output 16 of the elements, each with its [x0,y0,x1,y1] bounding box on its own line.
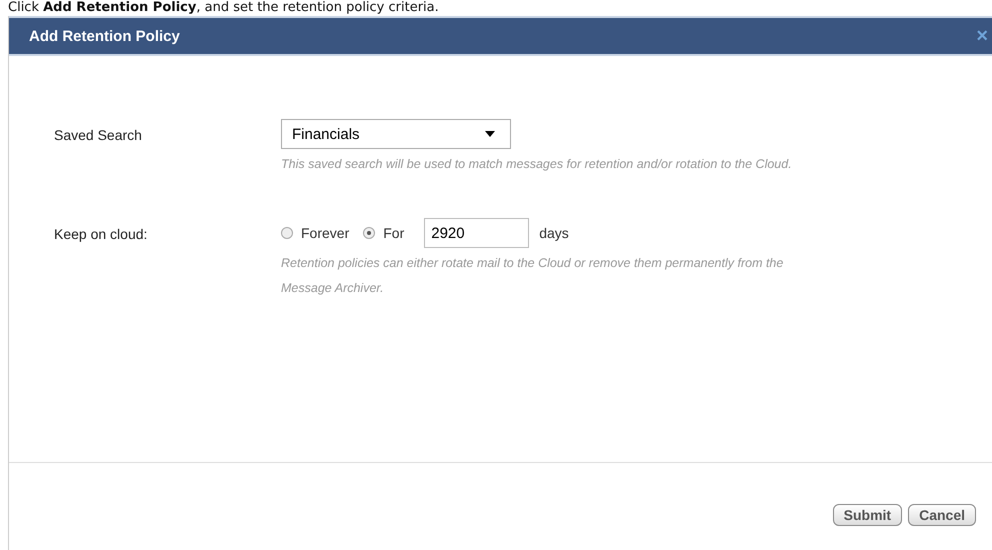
instruction-text: Click Add Retention Policy, and set the retention policy criteria. [7,0,440,16]
dialog-title: Add Retention Policy [29,28,180,44]
radio-button[interactable] [281,227,293,239]
dropdown[interactable]: Financials [281,119,511,149]
dialog-button[interactable]: Submit [832,504,902,526]
dialog-button[interactable]: Cancel [908,504,976,526]
field-label: Keep on cloud: [54,225,148,244]
field-label: Saved Search [54,126,143,145]
radio-label[interactable]: Forever [301,225,350,241]
radio-button[interactable] [363,227,376,239]
caret-icon [485,131,495,137]
help-text: Retention policies can either rotate mail to the Cloud or remove them permanently from the Message Archiver. [281,255,784,297]
unit-label: days [539,225,569,241]
number-field[interactable]: 2920 [424,218,530,248]
help-text: This saved search will be used to match messages for retention and/or rotation to the Cloud. [281,156,793,173]
radio-label[interactable]: For [383,225,404,241]
